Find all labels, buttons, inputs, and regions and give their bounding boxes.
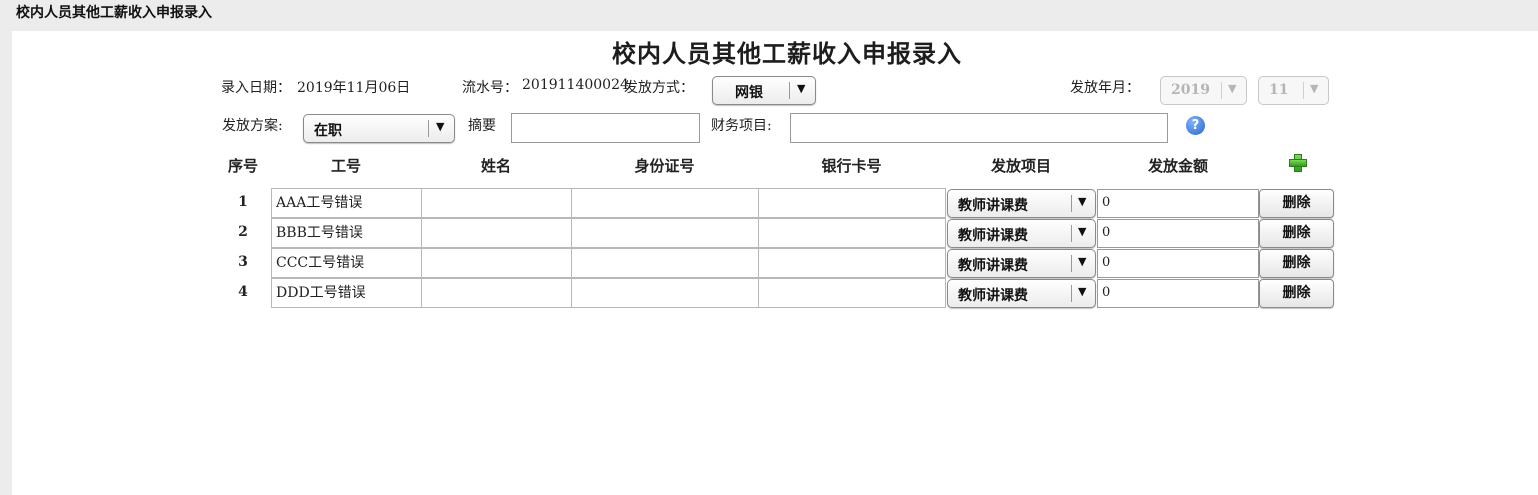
row-seq: 2 [238,224,248,240]
chevron-down-icon: ▼ [1078,255,1087,268]
help-icon[interactable]: ? [1186,116,1205,135]
summary-input[interactable] [511,113,700,143]
name-input[interactable] [421,188,572,218]
col-header-amount: 发放金额 [1147,157,1208,175]
col-header-seq: 序号 [227,157,258,175]
chevron-down-icon: ▼ [1310,82,1319,95]
emp-id-input[interactable]: AAA工号错误 [271,188,422,218]
item-select[interactable]: 教师讲课费 ▼ [947,219,1096,248]
id-no-input[interactable] [571,218,759,248]
entry-date-label: 录入日期： [221,80,291,96]
chevron-down-icon: ▼ [1228,82,1237,95]
item-select[interactable]: 教师讲课费 ▼ [947,279,1096,308]
pay-year-value: 2019 [1171,82,1210,98]
row-seq: 3 [238,254,248,270]
id-no-input[interactable] [571,248,759,278]
emp-id-input[interactable]: DDD工号错误 [271,278,422,308]
emp-id-input[interactable]: BBB工号错误 [271,218,422,248]
card-no-input[interactable] [758,188,946,218]
chevron-down-icon: ▼ [1078,195,1087,208]
col-header-card-no: 银行卡号 [821,157,882,175]
card-no-input[interactable] [758,218,946,248]
col-header-id-no: 身份证号 [634,157,695,175]
delete-button[interactable]: 删除 [1259,249,1334,278]
name-input[interactable] [421,248,572,278]
finance-label: 财务项目: [711,118,772,134]
window-title: 校内人员其他工薪收入申报录入 [16,5,212,21]
pay-method-label: 发放方式： [624,80,694,96]
chevron-down-icon: ▼ [1078,285,1087,298]
plan-value: 在职 [314,123,342,139]
page-title: 校内人员其他工薪收入申报录入 [612,39,962,68]
col-header-item: 发放项目 [990,157,1051,175]
serial-label: 流水号： [462,80,518,96]
pay-method-value: 网银 [735,85,763,101]
delete-button[interactable]: 删除 [1259,219,1334,248]
plan-label: 发放方案: [222,118,283,134]
delete-button[interactable]: 删除 [1259,279,1334,308]
plus-icon[interactable] [1288,153,1307,172]
item-select[interactable]: 教师讲课费 ▼ [947,249,1096,278]
amount-input[interactable]: 0 [1097,219,1259,248]
amount-input[interactable]: 0 [1097,249,1259,278]
emp-id-input[interactable]: CCC工号错误 [271,248,422,278]
id-no-input[interactable] [571,278,759,308]
item-select[interactable]: 教师讲课费 ▼ [947,189,1096,218]
pay-month-select[interactable]: 11 ▼ [1258,76,1329,105]
serial-value: 201911400024 [522,77,629,93]
form-panel: 校内人员其他工薪收入申报录入 录入日期： 2019年11月06日 流水号： 20… [12,31,1538,495]
pay-method-select[interactable]: 网银 ▼ [712,76,816,105]
col-header-emp-id: 工号 [330,157,361,175]
row-seq: 4 [238,284,248,300]
pay-year-select[interactable]: 2019 ▼ [1160,76,1247,105]
col-header-name: 姓名 [480,157,511,175]
row-seq: 1 [238,194,248,210]
amount-input[interactable]: 0 [1097,189,1259,218]
name-input[interactable] [421,218,572,248]
summary-label: 摘要 [468,118,496,134]
plan-select[interactable]: 在职 ▼ [303,114,455,143]
chevron-down-icon: ▼ [436,120,445,133]
card-no-input[interactable] [758,248,946,278]
delete-button[interactable]: 删除 [1259,189,1334,218]
finance-input[interactable] [790,113,1168,143]
card-no-input[interactable] [758,278,946,308]
chevron-down-icon: ▼ [1078,225,1087,238]
chevron-down-icon: ▼ [797,82,806,95]
pay-period-label: 发放年月： [1070,80,1140,96]
pay-month-value: 11 [1269,82,1289,98]
amount-input[interactable]: 0 [1097,279,1259,308]
name-input[interactable] [421,278,572,308]
id-no-input[interactable] [571,188,759,218]
window-titlebar: 校内人员其他工薪收入申报录入 [0,0,1538,26]
entry-date-value: 2019年11月06日 [297,80,411,96]
